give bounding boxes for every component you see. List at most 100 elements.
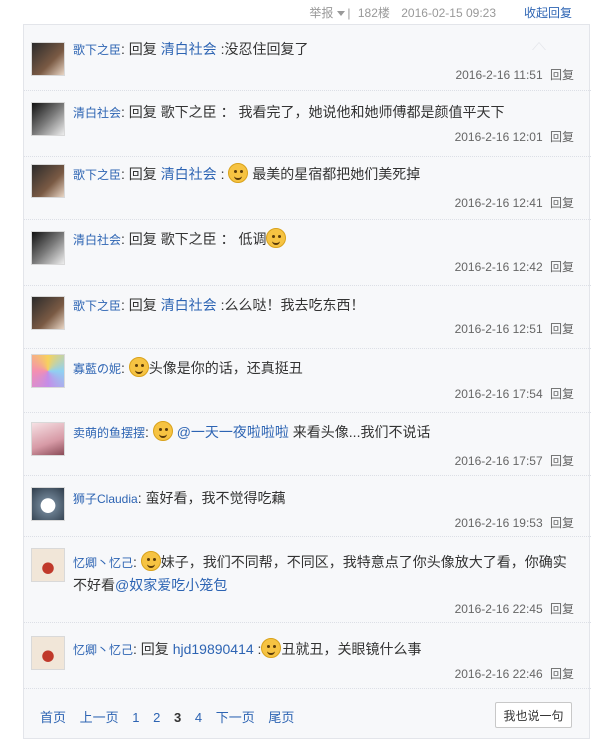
reply-item: 寡藍の妮: 头像是你的话，还真挺丑 2016-2-16 17:54 回复	[24, 349, 591, 413]
reply-time: 2016-2-16 12:51	[454, 322, 543, 336]
avatar[interactable]	[31, 487, 65, 521]
reply-time: 2016-2-16 11:51	[455, 68, 543, 82]
reply-word: 回复	[128, 231, 157, 247]
reply-text: 丑就丑，关眼镜什么事	[281, 641, 422, 657]
reply-link[interactable]: 回复	[550, 130, 574, 144]
reply-content: 忆卿丶忆己: 回复 hjd19890414 : 丑就丑，关眼镜什么事	[73, 638, 573, 661]
avatar[interactable]	[31, 296, 65, 330]
reply-item: 歌下之臣: 回复 清白社会 :么么哒！我去吃东西！ 2016-2-16 12:5…	[24, 286, 591, 349]
reply-item: 清白社会: 回复 歌下之臣 ： 低调 2016-2-16 12:42 回复	[24, 220, 591, 286]
report-dropdown-icon[interactable]	[337, 11, 346, 17]
reply-target[interactable]: 清白社会	[161, 41, 217, 57]
reply-meta: 2016-2-16 17:57 回复	[455, 452, 574, 469]
reply-content: 寡藍の妮: 头像是你的话，还真挺丑	[73, 357, 573, 380]
avatar[interactable]	[31, 636, 65, 670]
reply-item: 忆卿丶忆己: 回复 hjd19890414 : 丑就丑，关眼镜什么事 2016-2…	[24, 623, 591, 689]
reply-username[interactable]: 清白社会	[73, 233, 121, 247]
reply-time: 2016-2-16 12:42	[454, 260, 543, 274]
page-first[interactable]: 首页	[40, 710, 66, 725]
reply-word: 回复	[128, 104, 157, 120]
reply-text: 最美的星宿都把她们美死掉	[252, 166, 421, 182]
reply-content: 歌下之臣: 回复 清白社会 :么么哒！我去吃东西！	[73, 297, 365, 313]
reply-text: 蛮好看，我不觉得吃藕	[145, 490, 286, 506]
reply-item: 歌下之臣: 回复 清白社会 : 最美的星宿都把她们美死掉 2016-2-16 1…	[24, 157, 591, 220]
reply-username[interactable]: 卖萌的鱼摆摆	[73, 426, 145, 440]
reply-link[interactable]: 回复	[550, 454, 574, 468]
reply-word: 回复	[128, 166, 157, 182]
report-link[interactable]: 举报	[309, 6, 333, 20]
reply-text: 来看头像...我们不说话	[292, 424, 431, 440]
avatar[interactable]	[31, 102, 65, 136]
avatar[interactable]	[31, 422, 65, 456]
reply-target[interactable]: 歌下之臣	[161, 104, 217, 120]
page-current: 3	[174, 710, 182, 725]
reply-time: 2016-2-16 19:53	[454, 516, 543, 530]
reply-target[interactable]: 清白社会	[161, 166, 217, 182]
avatar[interactable]	[31, 354, 65, 388]
reply-link[interactable]: 回复	[550, 260, 574, 274]
reply-link[interactable]: 回复	[550, 387, 574, 401]
page-last[interactable]: 尾页	[268, 710, 294, 725]
reply-content: 歌下之臣: 回复 清白社会 : 最美的星宿都把她们美死掉	[73, 163, 573, 186]
reply-meta: 2016-2-16 22:46 回复	[455, 665, 574, 682]
reply-username[interactable]: 寡藍の妮	[73, 362, 121, 376]
mention-link[interactable]: @一天一夜啦啦啦	[177, 424, 289, 440]
reply-username[interactable]: 忆卿丶忆己	[73, 643, 133, 657]
reply-word: 回复	[128, 297, 157, 313]
reply-username[interactable]: 歌下之臣	[73, 299, 121, 313]
avatar[interactable]	[31, 42, 65, 76]
reply-link[interactable]: 回复	[550, 516, 574, 530]
reply-item: 卖萌的鱼摆摆: @一天一夜啦啦啦 来看头像...我们不说话 2016-2-16 …	[24, 413, 591, 476]
post-datetime: 2016-02-15 09:23	[401, 6, 496, 20]
pagination: 首页 上一页 1 2 3 4 下一页 尾页	[40, 707, 304, 726]
post-meta-bar: 举报 | 182楼 2016-02-15 09:23 收起回复	[0, 0, 598, 24]
reply-link[interactable]: 回复	[550, 196, 574, 210]
reply-meta: 2016-2-16 12:51 回复	[455, 320, 574, 337]
reply-item: 清白社会: 回复 歌下之臣 ： 我看完了，她说他和她师傅都是颜值平天下 2016…	[24, 91, 591, 157]
avatar[interactable]	[31, 548, 65, 582]
reply-username[interactable]: 歌下之臣	[73, 43, 121, 57]
reply-username[interactable]: 狮子Claudia	[73, 492, 138, 506]
reply-meta: 2016-2-16 22:45 回复	[455, 600, 574, 617]
reply-username[interactable]: 歌下之臣	[73, 168, 121, 182]
page-2[interactable]: 2	[153, 710, 160, 725]
reply-item: 狮子Claudia: 蛮好看，我不觉得吃藕 2016-2-16 19:53 回复	[24, 476, 591, 537]
reply-word: 回复	[128, 41, 157, 57]
smiley-emoji-icon	[228, 163, 249, 183]
avatar[interactable]	[31, 231, 65, 265]
reply-target[interactable]: hjd19890414	[173, 641, 254, 657]
say-something-button[interactable]: 我也说一句	[495, 702, 572, 728]
reply-meta: 2016-2-16 12:41 回复	[455, 194, 574, 211]
reply-item: 忆卿丶忆己: 妹子，我们不同帮，不同区，我特意点了你头像放大了看，你确实不好看@…	[24, 537, 591, 623]
reply-time: 2016-2-16 12:01	[454, 130, 543, 144]
smiley-emoji-icon	[128, 357, 149, 377]
avatar[interactable]	[31, 164, 65, 198]
reply-target[interactable]: 清白社会	[161, 297, 217, 313]
reply-username[interactable]: 忆卿丶忆己	[73, 556, 133, 570]
reply-link[interactable]: 回复	[550, 667, 574, 681]
reply-panel: 歌下之臣: 回复 清白社会 :没忍住回复了 2016-2-16 11:51 回复…	[23, 24, 591, 739]
reply-content: 清白社会: 回复 歌下之臣 ： 我看完了，她说他和她师傅都是颜值平天下	[73, 104, 505, 120]
reply-meta: 2016-2-16 11:51 回复	[455, 66, 574, 83]
reply-item: 歌下之臣: 回复 清白社会 :没忍住回复了 2016-2-16 11:51 回复	[24, 25, 591, 91]
reply-username[interactable]: 清白社会	[73, 106, 121, 120]
reply-content: 歌下之臣: 回复 清白社会 :没忍住回复了	[73, 41, 309, 57]
page-4[interactable]: 4	[195, 710, 202, 725]
post-meta: 举报 | 182楼 2016-02-15 09:23	[309, 6, 496, 20]
reply-content: 卖萌的鱼摆摆: @一天一夜啦啦啦 来看头像...我们不说话	[73, 421, 573, 444]
page-next[interactable]: 下一页	[216, 710, 255, 725]
reply-target[interactable]: 歌下之臣	[161, 231, 217, 247]
mention-link[interactable]: @奴家爱吃小笼包	[115, 577, 227, 593]
reply-link[interactable]: 回复	[550, 322, 574, 336]
reply-link[interactable]: 回复	[550, 602, 574, 616]
reply-link[interactable]: 回复	[550, 68, 574, 82]
reply-meta: 2016-2-16 12:01 回复	[455, 128, 574, 145]
reply-word: 回复	[140, 641, 169, 657]
reply-text: 头像是你的话，还真挺丑	[148, 360, 303, 376]
reply-text: 低调	[238, 231, 267, 247]
collapse-replies-link[interactable]: 收起回复	[524, 4, 572, 21]
page-prev[interactable]: 上一页	[80, 710, 119, 725]
page-1[interactable]: 1	[132, 710, 139, 725]
reply-content: 忆卿丶忆己: 妹子，我们不同帮，不同区，我特意点了你头像放大了看，你确实不好看@…	[73, 551, 570, 596]
reply-time: 2016-2-16 17:54	[454, 387, 543, 401]
